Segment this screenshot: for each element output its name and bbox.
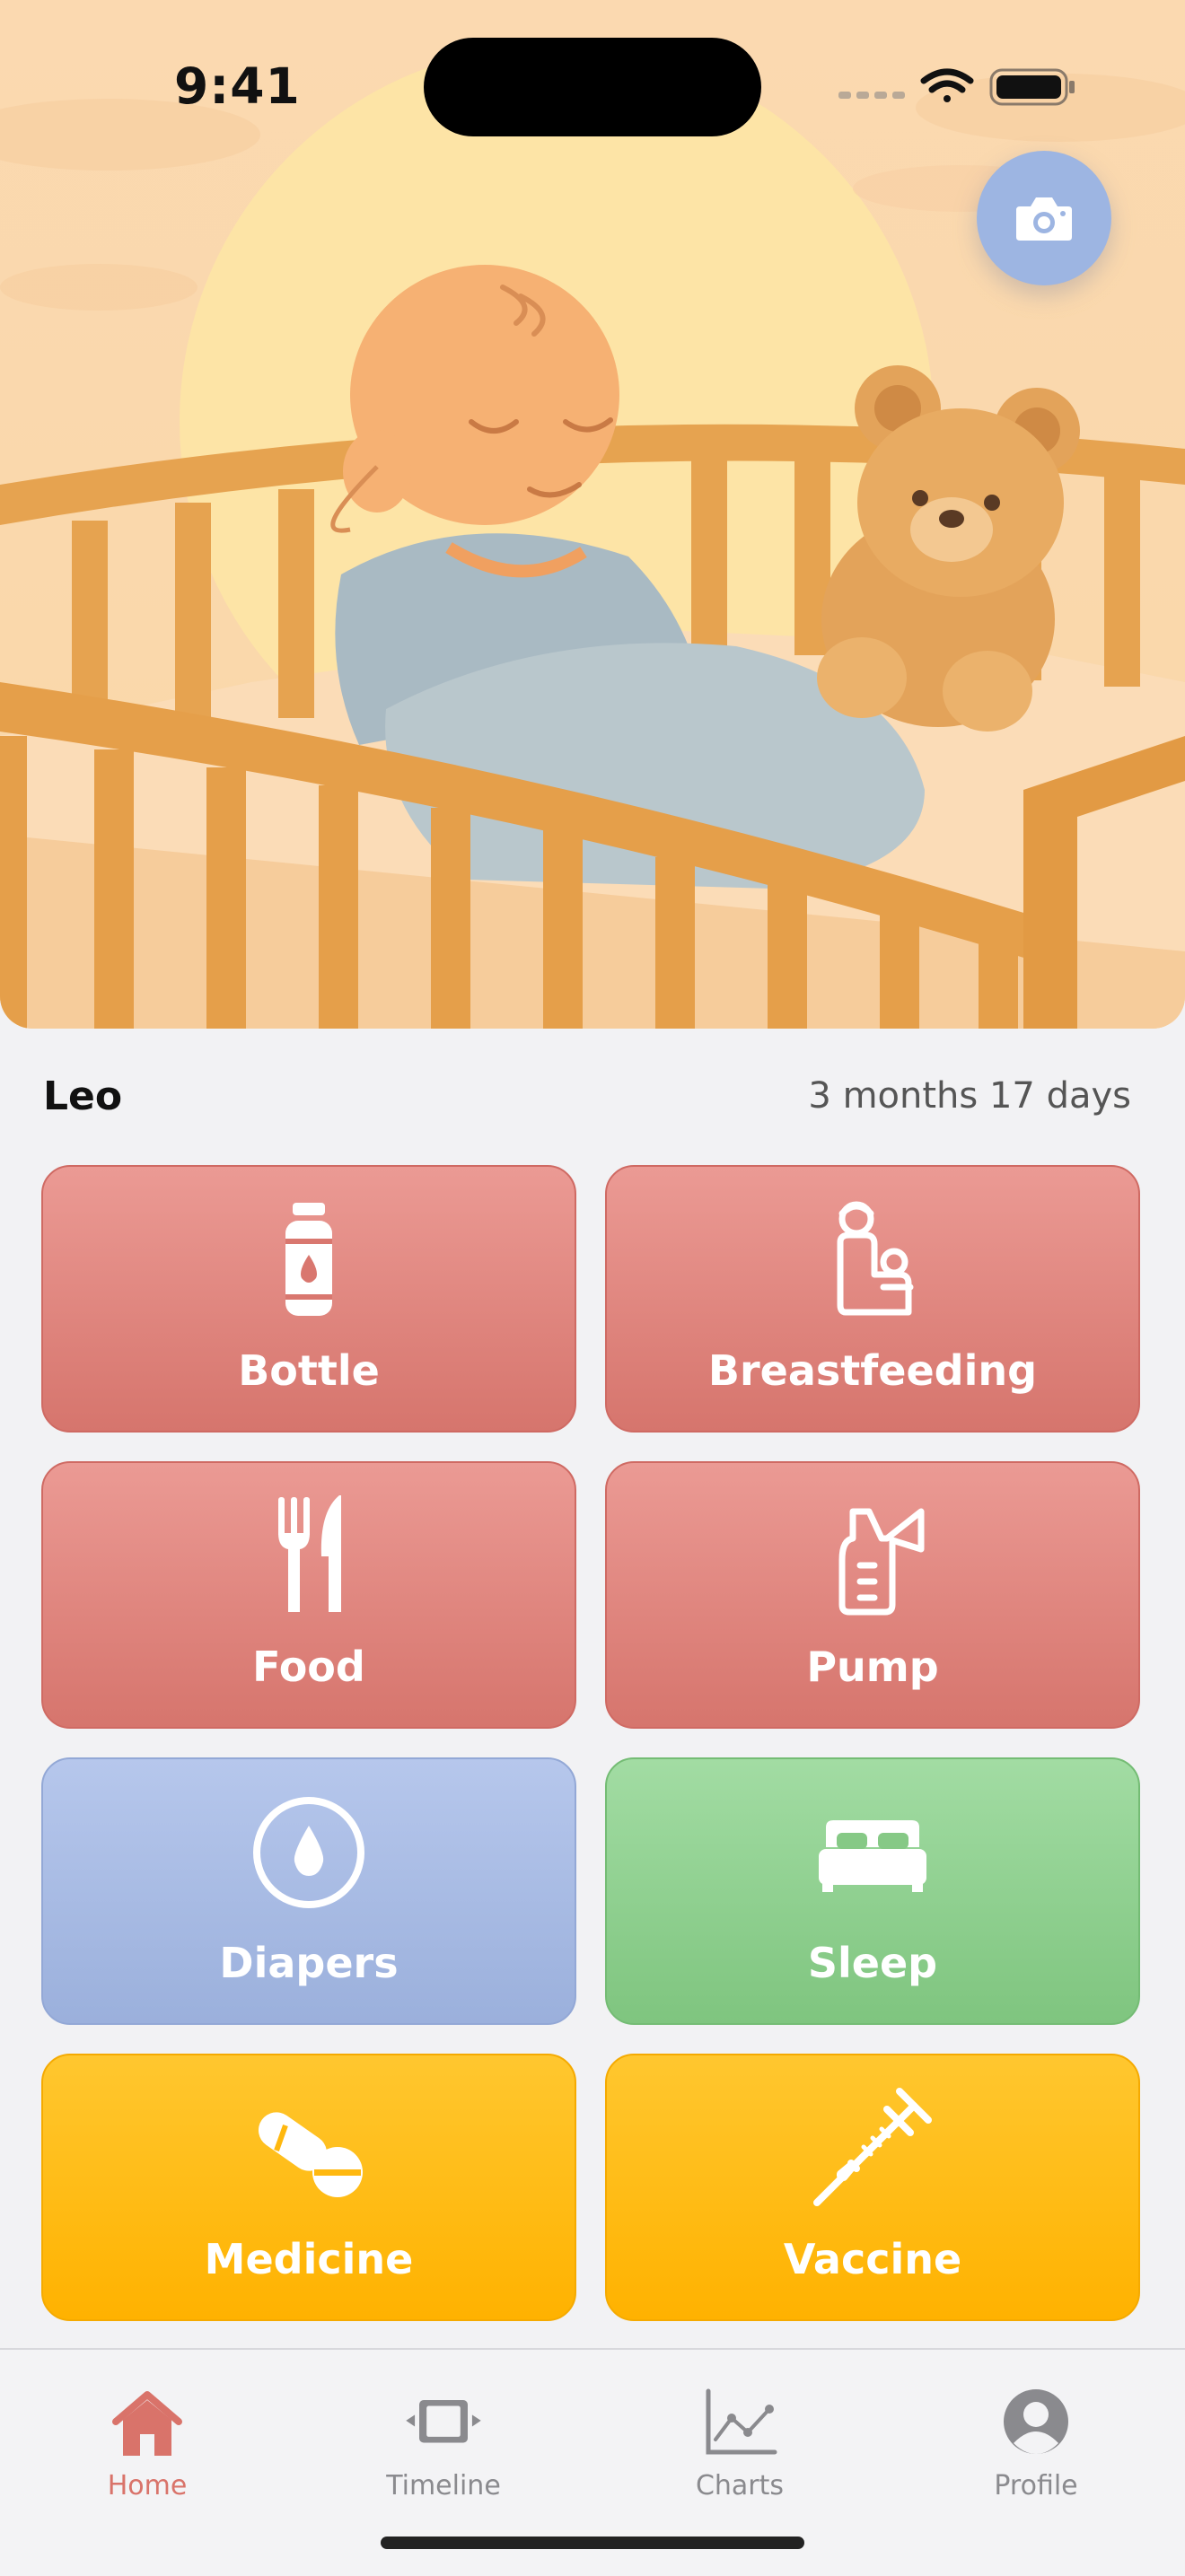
bed-icon — [819, 1820, 926, 1892]
tab-charts-label: Charts — [695, 2470, 785, 2502]
camera-icon — [1016, 197, 1072, 241]
status-time: 9:41 — [174, 57, 301, 115]
child-age: 3 months 17 days — [808, 1075, 1131, 1117]
signal-icon — [838, 92, 905, 99]
pump-tile[interactable]: Pump — [605, 1461, 1140, 1729]
diapers-label: Diapers — [219, 1939, 399, 1987]
home-icon — [112, 2391, 182, 2456]
pump-label: Pump — [806, 1643, 939, 1691]
bottle-tile[interactable]: Bottle — [41, 1165, 576, 1433]
timeline-icon — [406, 2400, 481, 2443]
wifi-icon — [920, 68, 974, 102]
food-tile[interactable]: Food — [41, 1461, 576, 1729]
food-label: Food — [252, 1643, 365, 1691]
breast-pump-icon — [838, 1508, 925, 1616]
sleeping-baby-illustration — [0, 0, 1185, 1029]
battery-icon — [989, 68, 1075, 106]
medicine-tile[interactable]: Medicine — [41, 2054, 576, 2321]
tab-timeline-label: Timeline — [386, 2470, 501, 2502]
breastfeeding-icon — [837, 1201, 914, 1316]
dynamic-island — [424, 38, 761, 136]
sleep-tile[interactable]: Sleep — [605, 1757, 1140, 2025]
chart-icon — [706, 2388, 777, 2455]
child-name: Leo — [43, 1073, 123, 1119]
bottle-icon — [285, 1203, 332, 1316]
breastfeeding-label: Breastfeeding — [707, 1346, 1038, 1395]
breastfeeding-tile[interactable]: Breastfeeding — [605, 1165, 1140, 1433]
tab-home-label: Home — [107, 2470, 188, 2502]
diapers-tile[interactable]: Diapers — [41, 1757, 576, 2025]
tab-home[interactable]: Home — [48, 2368, 246, 2520]
vaccine-label: Vaccine — [783, 2235, 962, 2283]
hero-illustration — [0, 0, 1185, 1029]
syringe-icon — [813, 2088, 932, 2206]
tab-profile-label: Profile — [994, 2470, 1078, 2502]
tab-timeline[interactable]: Timeline — [345, 2368, 542, 2520]
tab-charts[interactable]: Charts — [641, 2368, 838, 2520]
camera-button[interactable] — [977, 151, 1111, 285]
bottle-label: Bottle — [238, 1346, 380, 1395]
sleep-label: Sleep — [807, 1939, 938, 1987]
profile-icon — [1004, 2389, 1068, 2454]
vaccine-tile[interactable]: Vaccine — [605, 2054, 1140, 2321]
status-icons — [838, 68, 1075, 106]
pills-icon — [258, 2112, 363, 2197]
medicine-label: Medicine — [204, 2235, 414, 2283]
tab-profile[interactable]: Profile — [937, 2368, 1135, 2520]
drop-icon — [253, 1797, 364, 1908]
home-indicator — [381, 2537, 804, 2549]
fork-knife-icon — [278, 1495, 341, 1612]
